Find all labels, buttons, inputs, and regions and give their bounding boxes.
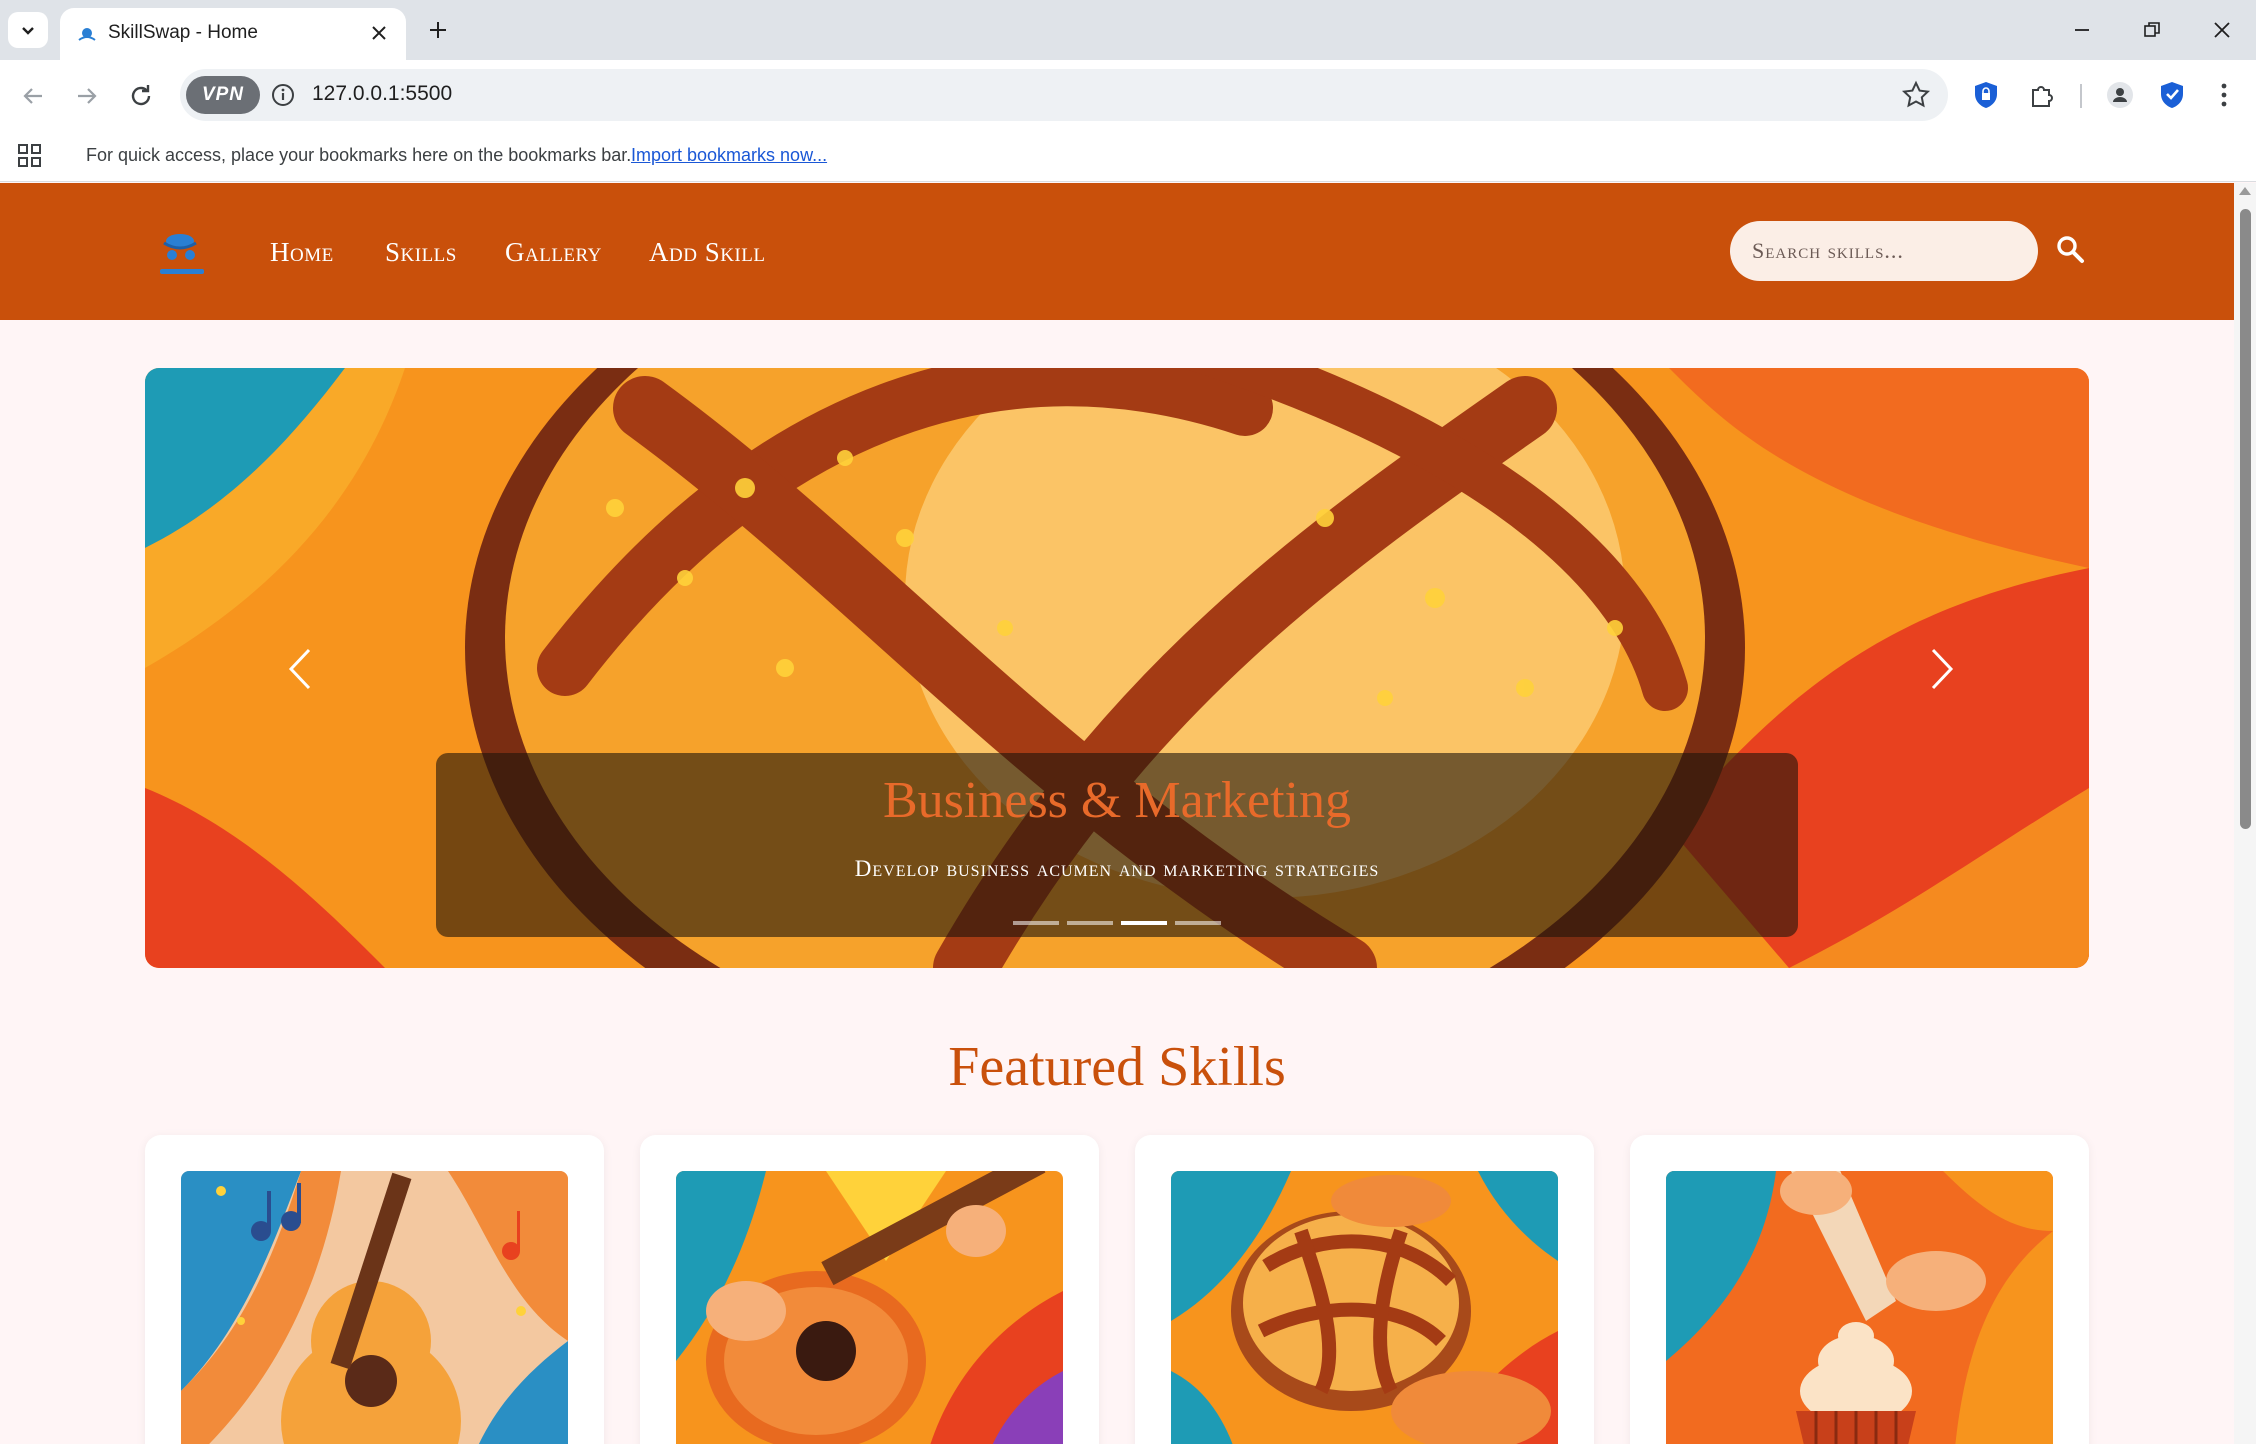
bookmarks-prompt: For quick access, place your bookmarks h… bbox=[86, 145, 632, 165]
skillswap-logo[interactable] bbox=[150, 225, 214, 281]
search-button[interactable] bbox=[2050, 229, 2090, 269]
site-navbar: Home Skills Gallery Add Skill bbox=[0, 183, 2234, 320]
guitar-music-illustration bbox=[181, 1171, 568, 1444]
bitwarden-extension-button[interactable] bbox=[1968, 77, 2004, 113]
profile-icon bbox=[2107, 82, 2133, 108]
address-bar[interactable]: VPN 127.0.0.1:5500 bbox=[180, 69, 1948, 121]
back-button[interactable] bbox=[13, 76, 53, 116]
skill-card[interactable] bbox=[145, 1135, 604, 1444]
more-vertical-icon bbox=[2221, 83, 2227, 107]
search-input[interactable] bbox=[1730, 221, 2038, 281]
nav-home-link[interactable]: Home bbox=[270, 237, 334, 268]
bread-loaf-illustration bbox=[1171, 1171, 1558, 1444]
site-info-icon[interactable] bbox=[270, 82, 296, 108]
search-icon bbox=[2057, 236, 2084, 263]
shield-check-icon bbox=[2161, 82, 2183, 108]
minimize-button[interactable] bbox=[2060, 10, 2104, 50]
nav-gallery-link[interactable]: Gallery bbox=[505, 237, 602, 268]
forward-button[interactable] bbox=[67, 76, 107, 116]
url-text[interactable]: 127.0.0.1:5500 bbox=[312, 82, 452, 106]
skill-card[interactable] bbox=[1135, 1135, 1594, 1444]
close-icon bbox=[2214, 22, 2230, 38]
close-window-button[interactable] bbox=[2200, 10, 2244, 50]
carousel-caption-text: Develop business acumen and marketing st… bbox=[854, 856, 1380, 881]
shield-lock-icon bbox=[1975, 82, 1997, 108]
bookmark-star-icon[interactable] bbox=[1900, 79, 1932, 111]
tab-search-button[interactable] bbox=[8, 12, 48, 48]
carousel-indicator[interactable] bbox=[1013, 921, 1059, 925]
scroll-up-arrow-icon[interactable] bbox=[2239, 187, 2251, 195]
new-tab-button[interactable] bbox=[420, 12, 456, 48]
bookmarks-bar: For quick access, place your bookmarks h… bbox=[0, 130, 2256, 182]
carousel-indicators bbox=[436, 921, 1798, 925]
featured-skills-heading: Featured Skills bbox=[948, 1036, 1286, 1098]
carousel-indicator-active[interactable] bbox=[1121, 921, 1167, 925]
apps-grid-icon[interactable] bbox=[16, 142, 44, 170]
extensions-button[interactable] bbox=[2024, 77, 2060, 113]
puzzle-icon bbox=[2032, 86, 2053, 107]
nav-add-skill-link[interactable]: Add Skill bbox=[649, 237, 765, 268]
carousel-prev-button[interactable] bbox=[275, 634, 325, 704]
minimize-icon bbox=[2075, 29, 2089, 31]
chevron-left-icon bbox=[288, 648, 311, 690]
profile-button[interactable] bbox=[2102, 77, 2138, 113]
page-scrollbar[interactable] bbox=[2234, 183, 2256, 1444]
page-viewport: Home Skills Gallery Add Skill Search ski… bbox=[0, 183, 2234, 1444]
carousel-indicator[interactable] bbox=[1175, 921, 1221, 925]
carousel-caption-title: Business & Marketing bbox=[883, 772, 1351, 829]
plus-icon bbox=[430, 22, 446, 38]
chevron-right-icon bbox=[1931, 648, 1954, 690]
browser-tab-active[interactable]: SkillSwap - Home bbox=[60, 8, 406, 60]
restore-icon bbox=[2144, 22, 2160, 37]
tab-title: SkillSwap - Home bbox=[108, 22, 258, 43]
security-extension-button[interactable] bbox=[2154, 77, 2190, 113]
skill-card[interactable] bbox=[1630, 1135, 2089, 1444]
chevron-down-icon bbox=[22, 27, 34, 35]
browser-tab-strip: SkillSwap - Home bbox=[0, 0, 2256, 60]
tab-close-button[interactable] bbox=[364, 18, 394, 48]
nav-skills-link[interactable]: Skills bbox=[385, 237, 457, 268]
cupcake-icing-illustration bbox=[1666, 1171, 2053, 1444]
carousel-caption: Business & Marketing Develop business ac… bbox=[436, 753, 1798, 937]
restore-button[interactable] bbox=[2130, 10, 2174, 50]
guitar-playing-illustration bbox=[676, 1171, 1063, 1444]
reload-button[interactable] bbox=[121, 76, 161, 116]
arrow-right-icon bbox=[78, 88, 97, 104]
carousel-indicator[interactable] bbox=[1067, 921, 1113, 925]
carousel-next-button[interactable] bbox=[1917, 634, 1967, 704]
reload-icon bbox=[131, 85, 151, 106]
site-favicon-icon bbox=[78, 28, 96, 41]
import-bookmarks-link[interactable]: Import bookmarks now... bbox=[631, 145, 827, 166]
vpn-badge[interactable]: VPN bbox=[186, 76, 260, 114]
arrow-left-icon bbox=[23, 88, 42, 104]
skill-card[interactable] bbox=[640, 1135, 1099, 1444]
browser-toolbar: VPN 127.0.0.1:5500 bbox=[0, 60, 2256, 130]
close-icon bbox=[372, 26, 386, 40]
toolbar-separator bbox=[2080, 84, 2082, 108]
scrollbar-thumb[interactable] bbox=[2240, 209, 2251, 829]
browser-menu-button[interactable] bbox=[2206, 77, 2242, 113]
hero-carousel: Business & Marketing Develop business ac… bbox=[145, 368, 2089, 968]
